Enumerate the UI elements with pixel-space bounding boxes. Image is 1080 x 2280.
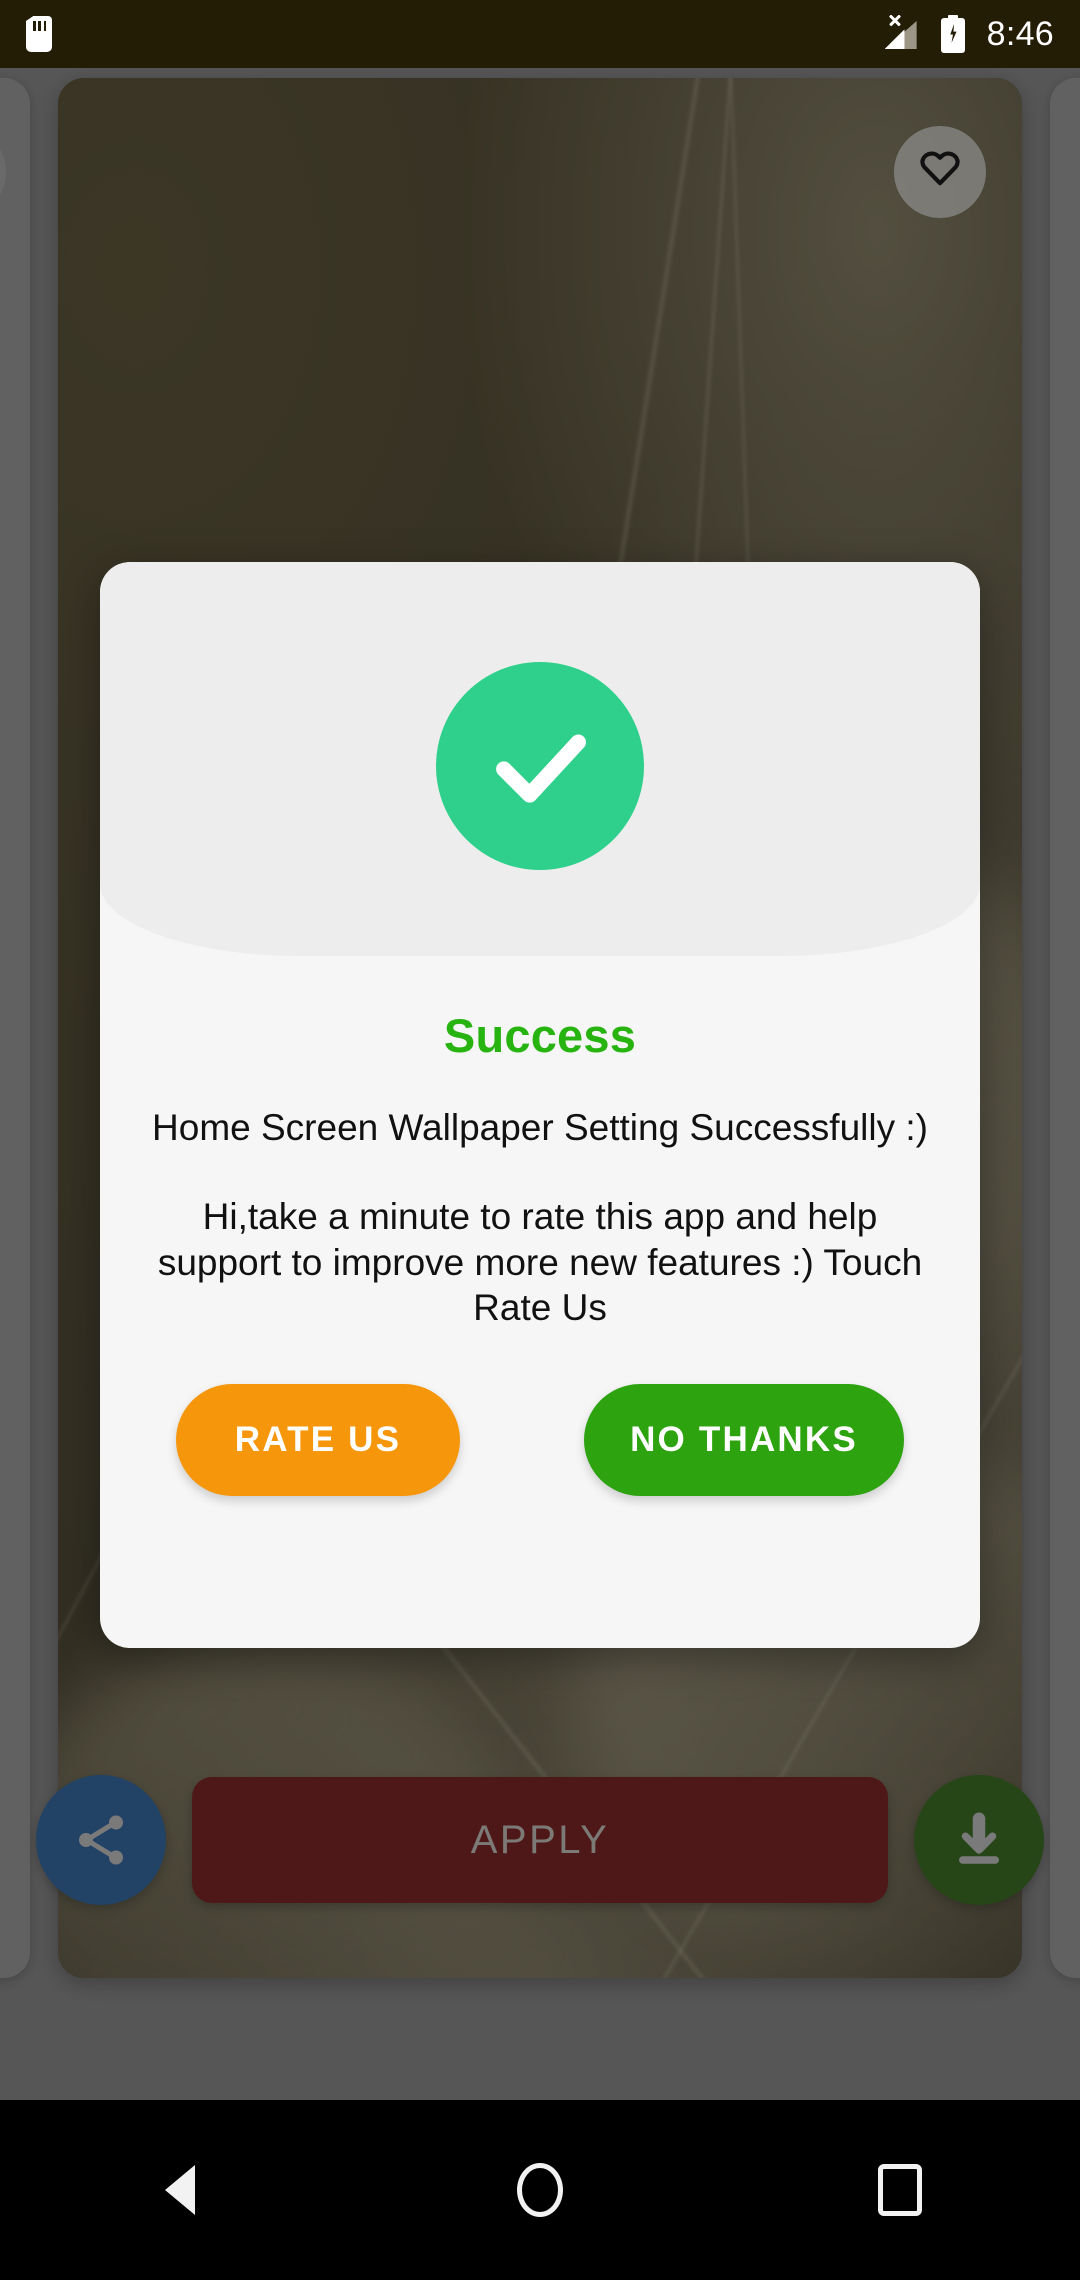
status-bar: 8:46 xyxy=(0,0,1080,68)
back-triangle-icon xyxy=(165,2165,195,2215)
dialog-title: Success xyxy=(443,1009,637,1062)
status-bar-right: 8:46 xyxy=(884,14,1054,54)
dialog-subtext: Hi,take a minute to rate this app and he… xyxy=(157,1196,923,1328)
recents-square-icon xyxy=(878,2164,922,2216)
home-button[interactable] xyxy=(460,2130,620,2250)
back-button[interactable] xyxy=(100,2130,260,2250)
dialog-header xyxy=(100,562,980,956)
home-circle-icon xyxy=(517,2163,563,2217)
phone-screen: APPLY Success Home Screen Wallpaper Sett… xyxy=(0,0,1080,2280)
navigation-bar xyxy=(0,2100,1080,2280)
rate-us-button[interactable]: RATE US xyxy=(176,1383,460,1496)
dialog-message: Home Screen Wallpaper Setting Successful… xyxy=(152,1107,928,1148)
dialog-actions: RATE US NO THANKS xyxy=(100,1383,980,1496)
no-thanks-button[interactable]: NO THANKS xyxy=(584,1383,904,1496)
status-bar-clock: 8:46 xyxy=(986,14,1054,53)
sd-card-icon xyxy=(26,16,52,52)
battery-charging-icon xyxy=(940,15,965,53)
recents-button[interactable] xyxy=(820,2130,980,2250)
success-dialog: Success Home Screen Wallpaper Setting Su… xyxy=(100,562,980,1648)
status-bar-left xyxy=(26,16,52,52)
no-sim-signal-icon xyxy=(884,14,919,51)
check-circle-icon xyxy=(436,662,644,870)
